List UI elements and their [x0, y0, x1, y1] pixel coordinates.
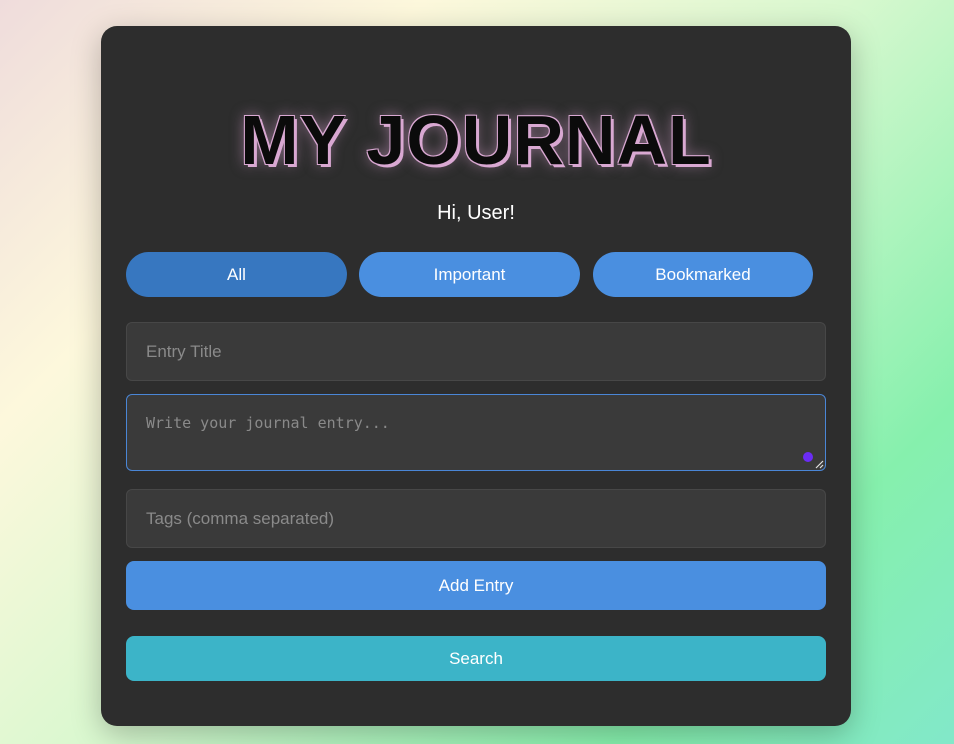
resize-handle-icon[interactable]: [815, 460, 824, 469]
add-entry-button[interactable]: Add Entry: [126, 561, 826, 610]
journal-card: MY JOURNAL Hi, User! All Important Bookm…: [101, 26, 851, 726]
page-title: MY JOURNAL: [240, 101, 712, 179]
journal-entry-placeholder: Write your journal entry...: [146, 414, 390, 432]
filter-all-button[interactable]: All: [126, 252, 347, 297]
greeting-text: Hi, User!: [437, 202, 515, 224]
search-button[interactable]: Search: [126, 636, 826, 681]
tags-input[interactable]: Tags (comma separated): [126, 489, 826, 548]
filter-bookmarked-button[interactable]: Bookmarked: [593, 252, 813, 297]
filter-tabs: All Important Bookmarked: [126, 252, 813, 297]
entry-title-input[interactable]: Entry Title: [126, 322, 826, 381]
journal-entry-textarea[interactable]: Write your journal entry...: [126, 394, 826, 471]
filter-important-button[interactable]: Important: [359, 252, 580, 297]
extension-dot-icon: [803, 452, 813, 462]
